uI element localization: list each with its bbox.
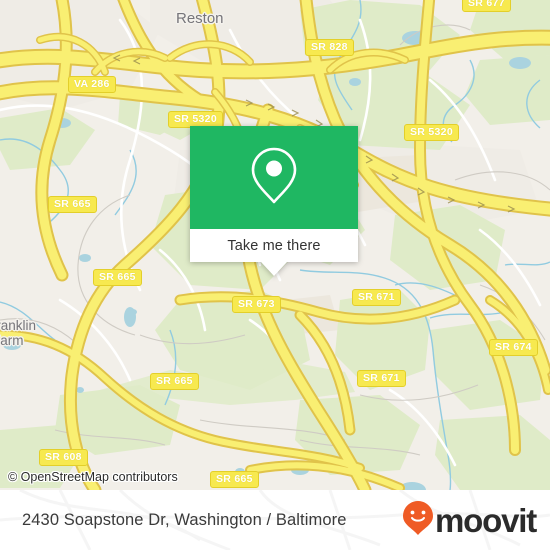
road-shield-sr-671-upper[interactable]: SR 671	[352, 289, 401, 306]
road-shield-sr-665-lower[interactable]: SR 665	[150, 373, 199, 390]
location-title: 2430 Soapstone Dr, Washington / Baltimor…	[22, 510, 347, 529]
moovit-smiley-pin-icon	[402, 500, 434, 541]
road-shield-sr-608[interactable]: SR 608	[39, 449, 88, 466]
road-shield-sr-673[interactable]: SR 673	[232, 296, 281, 313]
place-label-farm: Farm	[0, 333, 24, 348]
popup-action[interactable]: Take me there	[190, 229, 358, 262]
road-shield-sr-665-bottom[interactable]: SR 665	[210, 471, 259, 488]
road-shield-sr-677[interactable]: SR 677	[462, 0, 511, 12]
place-label-reston: Reston	[176, 10, 224, 27]
road-shield-sr-5320-right[interactable]: SR 5320	[404, 124, 459, 141]
moovit-wordmark: moovit	[435, 501, 537, 539]
road-shield-sr-671-lower[interactable]: SR 671	[357, 370, 406, 387]
map-pin-icon	[248, 144, 300, 211]
road-shield-sr-674[interactable]: SR 674	[489, 339, 538, 356]
road-shield-sr-665-upper[interactable]: SR 665	[48, 196, 97, 213]
moovit-logo[interactable]: moovit	[402, 500, 537, 541]
osm-attribution[interactable]: © OpenStreetMap contributors	[8, 470, 178, 484]
place-label-franklin: Franklin	[0, 318, 37, 333]
map-screen: Reston Franklin Farm SR 677 SR 828 VA 28…	[0, 0, 550, 550]
popup-header	[190, 126, 358, 229]
road-shield-va-286[interactable]: VA 286	[68, 76, 116, 93]
popup-tail	[261, 262, 287, 276]
popup-action-label: Take me there	[227, 237, 321, 254]
footer-bar: 2430 Soapstone Dr, Washington / Baltimor…	[0, 490, 550, 550]
road-shield-sr-828[interactable]: SR 828	[305, 39, 354, 56]
location-popup[interactable]: Take me there	[190, 126, 358, 276]
road-shield-sr-665-mid[interactable]: SR 665	[93, 269, 142, 286]
